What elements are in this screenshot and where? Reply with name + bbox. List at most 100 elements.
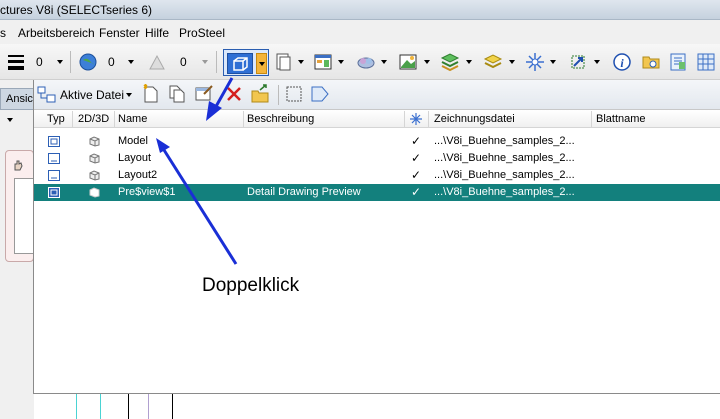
models-button-face [227,53,253,74]
main-toolbar: 0 0 0 i [0,44,720,80]
grid-icon[interactable] [696,52,716,72]
row-description: Detail Drawing Preview [247,186,361,198]
window-title: ctures V8i (SELECTseries 6) [0,3,153,17]
chevron-down-icon[interactable] [7,118,13,122]
toolbar-separator [70,51,71,73]
models-dropdown[interactable] [256,53,267,74]
chevron-down-icon[interactable] [594,60,600,64]
cursor-settings-icon[interactable] [568,52,588,72]
select-area-icon[interactable] [285,85,303,103]
layers-icon[interactable] [483,52,503,72]
render-icon[interactable] [398,52,418,72]
file-tree-icon[interactable] [37,86,57,104]
line-weight-value[interactable]: 0 [36,55,43,69]
level-display-icon[interactable] [440,52,460,72]
tab-ansicht-label: Ansic [6,93,33,105]
hand-icon[interactable] [12,159,24,171]
filter-icon[interactable] [310,85,330,103]
row-name: Layout2 [118,169,158,181]
tab-ansicht[interactable]: Ansic [0,88,34,110]
row-check: ✓ [411,185,422,199]
chevron-down-icon[interactable] [381,60,387,64]
level-value[interactable]: 0 [108,55,115,69]
chevron-down-icon[interactable] [509,60,515,64]
chevron-down-icon[interactable] [202,60,208,64]
column-divider[interactable] [114,111,115,127]
globe-icon[interactable] [78,52,98,72]
row-name: Pre$view$1 [118,186,176,198]
cloud-icon[interactable] [356,52,376,72]
drawing-line [172,394,173,419]
snap-icon[interactable] [525,52,545,72]
design-model-icon [48,136,60,147]
menu-item-prosteel[interactable]: ProSteel [179,26,225,40]
3d-cube-icon [89,153,100,164]
line-weight-icon[interactable] [6,52,26,72]
row-file: ...\V8i_Buehne_samples_2... [434,152,575,164]
models-dialog-toolbar [34,80,720,110]
3d-cube-icon [89,187,100,198]
chevron-down-icon[interactable] [550,60,556,64]
drawing-line [76,394,77,419]
chevron-down-icon[interactable] [128,60,134,64]
menu-item-hilfe[interactable]: Hilfe [145,26,169,40]
sheet-model-icon [48,170,60,181]
sheet-model-icon [48,153,60,164]
chevron-down-icon[interactable] [466,60,472,64]
style-value[interactable]: 0 [180,55,187,69]
document-compare-icon[interactable] [668,52,688,72]
delete-icon[interactable] [225,85,243,103]
row-file: ...\V8i_Buehne_samples_2... [434,169,575,181]
row-check: ✓ [411,168,422,182]
column-divider[interactable] [428,111,429,127]
design-model-icon [48,187,60,198]
copy-model-icon[interactable] [168,84,186,104]
model-cube-icon [233,57,248,71]
row-file: ...\V8i_Buehne_samples_2... [434,135,575,147]
menu-item-arbeitsbereich[interactable]: Arbeitsbereich [18,26,95,40]
drawing-line [100,394,101,419]
reference-file-icon[interactable] [273,52,293,72]
drawing-line [128,394,129,419]
snap-column-icon[interactable] [409,112,423,126]
row-check: ✓ [411,151,422,165]
column-divider[interactable] [72,111,73,127]
folder-search-icon[interactable] [641,52,661,72]
info-icon[interactable]: i [612,52,632,72]
column-divider[interactable] [591,111,592,127]
chevron-down-icon[interactable] [126,93,132,97]
title-bar: ctures V8i (SELECTseries 6) [0,0,720,20]
models-button[interactable] [223,49,269,76]
menu-item-file[interactable]: s [0,26,6,40]
column-header-typ[interactable]: Typ [47,113,65,125]
chevron-down-icon[interactable] [298,60,304,64]
3d-cube-icon [89,136,100,147]
column-header-beschreibung[interactable]: Beschreibung [247,113,314,125]
source-selector[interactable]: Aktive Datei [60,88,124,102]
chevron-down-icon[interactable] [57,60,63,64]
column-header-zeichnungsdatei[interactable]: Zeichnungsdatei [434,113,515,125]
row-file: ...\V8i_Buehne_samples_2... [434,186,575,198]
chevron-down-icon[interactable] [338,60,344,64]
row-check: ✓ [411,134,422,148]
chevron-down-icon[interactable] [424,60,430,64]
row-name: Model [118,135,148,147]
view-windows-icon[interactable] [313,52,333,72]
chevron-down-icon [259,62,265,66]
menu-bar: s Arbeitsbereich Fenster Hilfe ProSteel [0,20,720,44]
toolbar-separator [278,85,279,105]
column-divider[interactable] [404,111,405,127]
import-folder-icon[interactable] [250,84,272,104]
new-model-icon[interactable] [142,84,160,104]
column-header-name[interactable]: Name [118,113,147,125]
drawing-line [148,394,149,419]
column-divider[interactable] [243,111,244,127]
toolbar-separator [216,51,217,73]
annotation-label: Doppelklick [202,275,300,296]
triangle-icon[interactable] [147,52,167,72]
column-header-blattname[interactable]: Blattname [596,113,646,125]
column-header-2d3d[interactable]: 2D/3D [78,113,109,125]
model-properties-icon[interactable] [194,84,214,104]
menu-item-fenster[interactable]: Fenster [99,26,140,40]
3d-cube-icon [89,170,100,181]
